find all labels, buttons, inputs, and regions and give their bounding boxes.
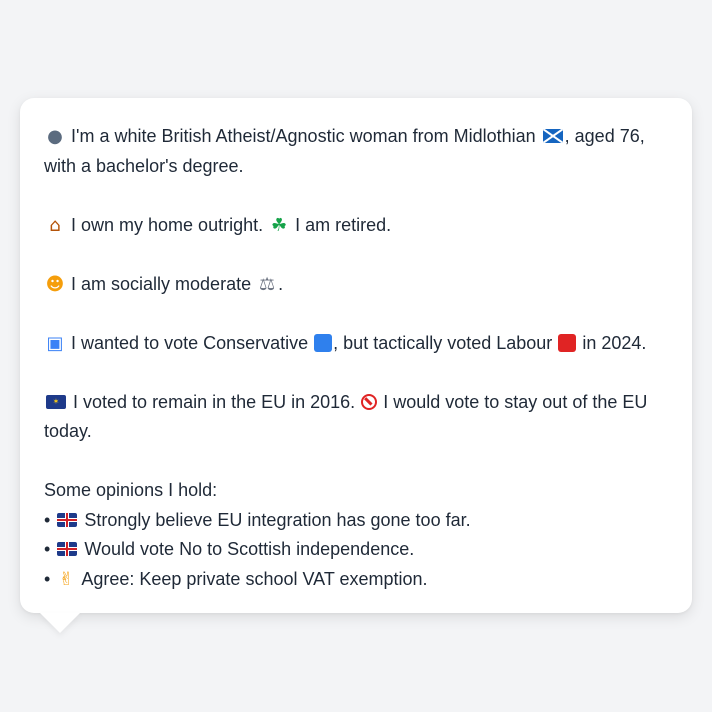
ballot-box-icon: ▣	[46, 332, 64, 354]
bullet: •	[44, 568, 51, 589]
bullet: •	[44, 539, 51, 559]
social-line: ☻ I am socially moderate ⚖.	[44, 270, 668, 300]
opinion-text: Strongly believe EU integration has gone…	[84, 509, 471, 530]
scotland-flag-icon	[542, 129, 563, 143]
vote-text-b: , but tactically voted Labour	[333, 332, 553, 353]
social-text-a: I am socially moderate	[71, 273, 252, 294]
identity-text-a: I'm a white British Atheist/Agnostic wom…	[71, 126, 536, 146]
opinion-item: • Strongly believe EU integration has go…	[44, 506, 668, 536]
opinions-heading: Some opinions I hold:	[44, 480, 218, 500]
bullet: •	[44, 509, 51, 530]
vote-text-a: I wanted to vote Conservative	[71, 332, 309, 353]
person-silhouette-icon: ●	[47, 126, 63, 147]
thinking-face-icon: ☻	[45, 273, 65, 295]
eu-line: ✶ I voted to remain in the EU in 2016. I…	[44, 388, 668, 447]
opinion-text: Would vote No to Scottish independence.	[84, 539, 415, 559]
blue-square-icon	[314, 333, 333, 352]
opinion-text: Agree: Keep private school VAT exemption…	[81, 568, 428, 589]
eu-flag-icon: ✶	[46, 394, 66, 409]
identity-line: ● I'm a white British Atheist/Agnostic w…	[44, 122, 668, 181]
speech-bubble-tail	[40, 613, 80, 633]
vote-line: ▣ I wanted to vote Conservative , but ta…	[44, 329, 668, 359]
uk-flag-icon	[57, 512, 78, 527]
house-icon: ⌂	[49, 214, 61, 236]
vote-text-c: in 2024.	[582, 332, 647, 353]
profile-card: ● I'm a white British Atheist/Agnostic w…	[20, 98, 692, 613]
home-text-b: I am retired.	[295, 214, 392, 235]
prohibited-icon	[361, 393, 378, 410]
thumbs-up-icon: ✌	[58, 568, 74, 590]
social-text-b: .	[278, 273, 284, 294]
palm-tree-icon: ☘	[271, 214, 288, 236]
opinion-item: • Would vote No to Scottish independence…	[44, 535, 668, 565]
eu-text-a: I voted to remain in the EU in 2016.	[73, 391, 356, 412]
red-square-icon	[558, 333, 577, 352]
balance-scale-icon: ⚖	[259, 273, 276, 295]
opinion-item: • ✌ Agree: Keep private school VAT exemp…	[44, 565, 668, 595]
home-text-a: I own my home outright.	[71, 214, 264, 235]
home-line: ⌂ I own my home outright. ☘ I am retired…	[44, 211, 668, 241]
uk-flag-icon	[57, 542, 78, 556]
